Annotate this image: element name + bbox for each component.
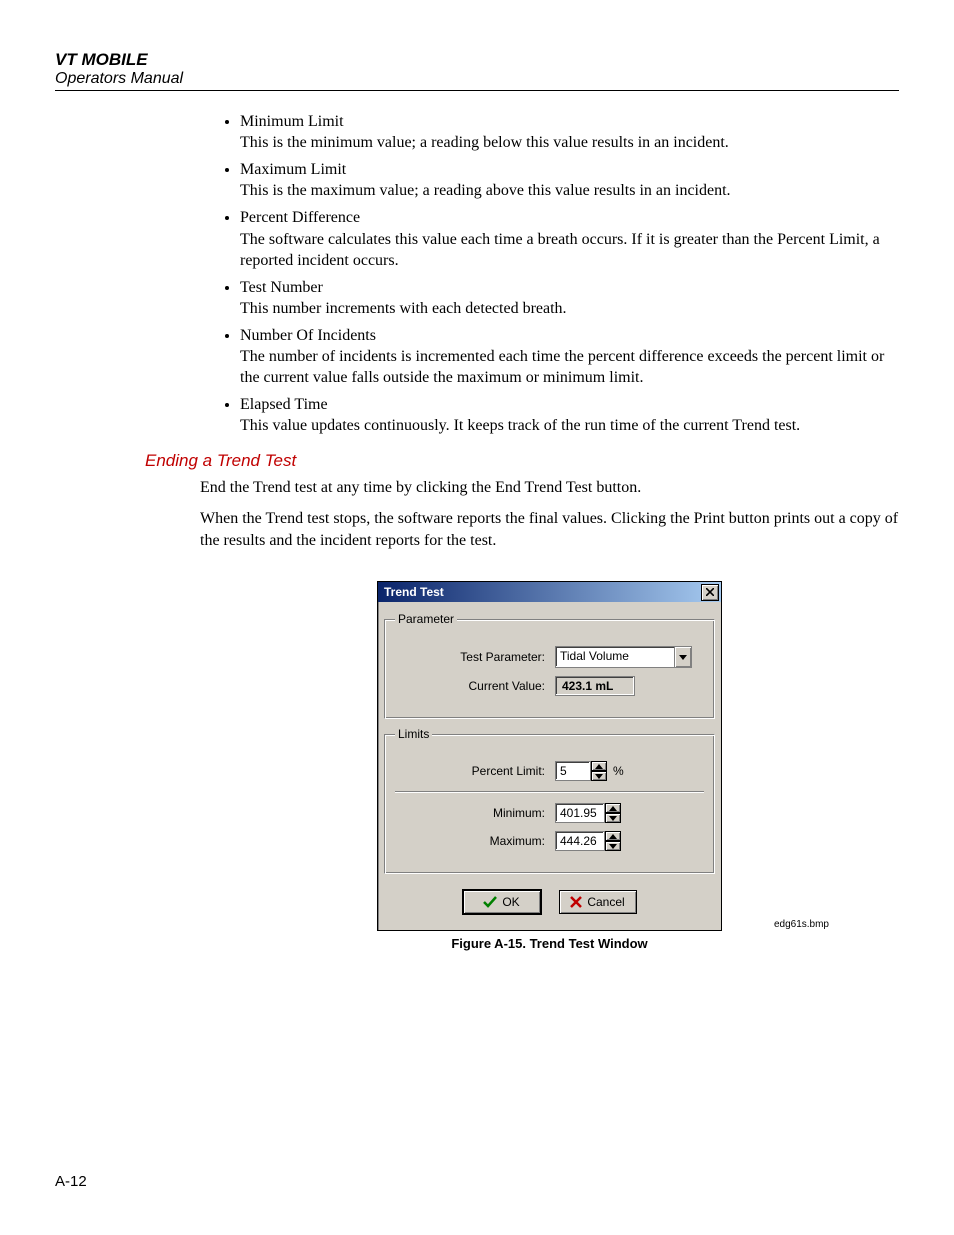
- percent-unit: %: [613, 764, 624, 778]
- term-desc: This is the maximum value; a reading abo…: [240, 182, 731, 199]
- dialog-title: Trend Test: [384, 585, 444, 599]
- label-current-value: Current Value:: [395, 679, 555, 693]
- percent-limit-stepper[interactable]: 5: [555, 761, 607, 781]
- cancel-button[interactable]: Cancel: [559, 890, 637, 914]
- spin-down-button[interactable]: [591, 771, 607, 781]
- header-title: VT MOBILE: [55, 50, 899, 70]
- close-icon: [706, 588, 714, 596]
- label-percent-limit: Percent Limit:: [395, 764, 555, 778]
- paragraph: When the Trend test stops, the software …: [200, 508, 899, 551]
- label-test-parameter: Test Parameter:: [395, 650, 555, 664]
- term: Number Of Incidents: [240, 325, 899, 346]
- figure-caption: Figure A-15. Trend Test Window: [200, 936, 899, 951]
- page-header: VT MOBILE Operators Manual: [55, 50, 899, 91]
- chevron-down-icon: [609, 816, 617, 821]
- ok-label: OK: [502, 895, 519, 909]
- dropdown-value: Tidal Volume: [556, 647, 674, 667]
- check-icon: [483, 896, 497, 908]
- term: Percent Difference: [240, 207, 899, 228]
- term: Test Number: [240, 277, 899, 298]
- term-desc: This number increments with each detecte…: [240, 300, 567, 317]
- definition-list: Minimum Limit This is the minimum value;…: [200, 111, 899, 437]
- header-subtitle: Operators Manual: [55, 70, 899, 88]
- list-item: Test Number This number increments with …: [240, 277, 899, 319]
- label-minimum: Minimum:: [395, 806, 555, 820]
- limits-group: Limits Percent Limit: 5 %: [384, 727, 715, 874]
- term-desc: The software calculates this value each …: [240, 231, 880, 269]
- maximum-stepper[interactable]: 444.26: [555, 831, 621, 851]
- dropdown-button[interactable]: [674, 647, 691, 667]
- current-value-field: 423.1 mL: [555, 676, 635, 696]
- spin-down-button[interactable]: [605, 813, 621, 823]
- trend-test-dialog: Trend Test Parameter Test Parameter:: [377, 581, 722, 931]
- chevron-up-icon: [609, 806, 617, 811]
- list-item: Maximum Limit This is the maximum value;…: [240, 159, 899, 201]
- separator: [395, 791, 704, 793]
- spin-up-button[interactable]: [605, 803, 621, 813]
- percent-limit-input[interactable]: 5: [555, 761, 591, 781]
- minimum-input[interactable]: 401.95: [555, 803, 605, 823]
- image-filename: edg61s.bmp: [200, 919, 899, 930]
- test-parameter-dropdown[interactable]: Tidal Volume: [555, 646, 692, 668]
- chevron-down-icon: [609, 844, 617, 849]
- paragraph: End the Trend test at any time by clicki…: [200, 477, 899, 499]
- chevron-up-icon: [595, 764, 603, 769]
- term: Elapsed Time: [240, 394, 899, 415]
- term-desc: The number of incidents is incremented e…: [240, 348, 884, 386]
- dialog-titlebar: Trend Test: [378, 582, 721, 602]
- chevron-down-icon: [679, 655, 687, 660]
- spin-down-button[interactable]: [605, 841, 621, 851]
- parameter-group: Parameter Test Parameter: Tidal Volume: [384, 612, 715, 719]
- chevron-up-icon: [609, 834, 617, 839]
- term-desc: This value updates continuously. It keep…: [240, 417, 800, 434]
- list-item: Percent Difference The software calculat…: [240, 207, 899, 270]
- list-item: Minimum Limit This is the minimum value;…: [240, 111, 899, 153]
- spin-up-button[interactable]: [605, 831, 621, 841]
- term: Maximum Limit: [240, 159, 899, 180]
- chevron-down-icon: [595, 774, 603, 779]
- spin-up-button[interactable]: [591, 761, 607, 771]
- list-item: Number Of Incidents The number of incide…: [240, 325, 899, 388]
- group-legend: Limits: [395, 727, 432, 741]
- close-button[interactable]: [701, 584, 719, 601]
- term: Minimum Limit: [240, 111, 899, 132]
- maximum-input[interactable]: 444.26: [555, 831, 605, 851]
- list-item: Elapsed Time This value updates continuo…: [240, 394, 899, 436]
- term-desc: This is the minimum value; a reading bel…: [240, 134, 729, 151]
- x-icon: [570, 896, 582, 908]
- group-legend: Parameter: [395, 612, 457, 626]
- minimum-stepper[interactable]: 401.95: [555, 803, 621, 823]
- page-number: A-12: [55, 1173, 87, 1190]
- label-maximum: Maximum:: [395, 834, 555, 848]
- ok-button[interactable]: OK: [463, 890, 541, 914]
- cancel-label: Cancel: [587, 895, 624, 909]
- section-heading: Ending a Trend Test: [145, 451, 899, 471]
